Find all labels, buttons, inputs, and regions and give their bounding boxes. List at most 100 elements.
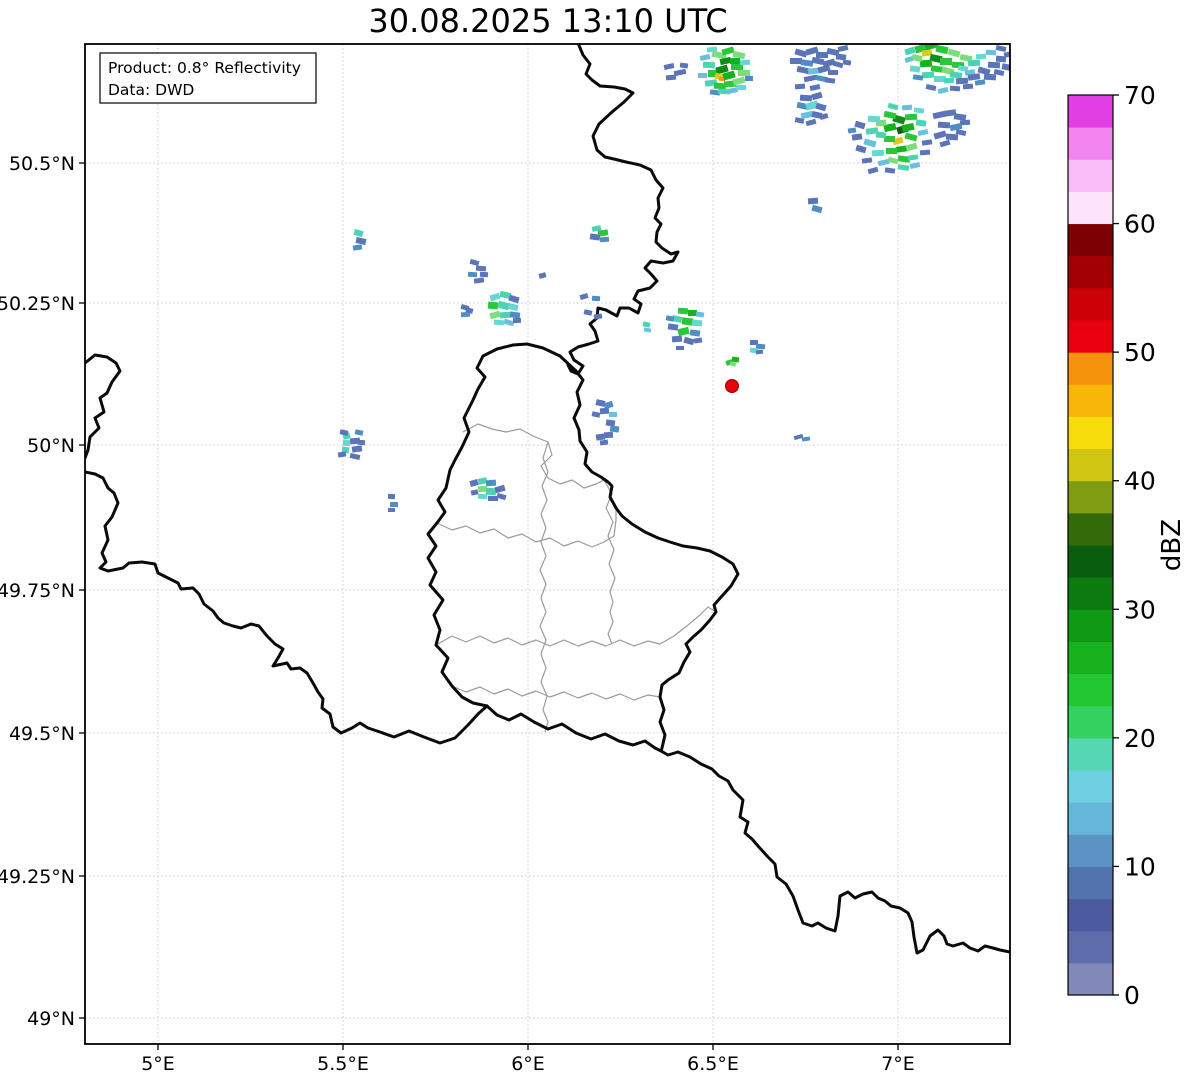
radar-cell xyxy=(940,58,952,65)
radar-cell xyxy=(916,119,927,126)
radar-cell xyxy=(910,162,921,169)
radar-cell xyxy=(811,92,822,101)
colorbar: 010203040506070 xyxy=(1068,81,1156,1010)
radar-cell xyxy=(922,139,933,145)
colorbar-tick-label: 40 xyxy=(1124,467,1156,496)
radar-cell xyxy=(902,105,912,111)
radar-cell xyxy=(358,440,365,445)
radar-cell xyxy=(852,133,863,140)
radar-cell xyxy=(947,48,960,57)
radar-cell xyxy=(508,295,519,304)
radar-cell xyxy=(476,266,486,272)
radar-cell xyxy=(592,411,601,418)
colorbar-segment xyxy=(1068,641,1113,674)
info-box-product-line: Product: 0.8° Reflectivity xyxy=(108,59,301,77)
colorbar-axis-label: dBZ xyxy=(1157,519,1187,571)
radar-cell xyxy=(806,119,817,127)
radar-cell xyxy=(950,86,960,92)
colorbar-segment xyxy=(1068,674,1113,707)
radar-cell xyxy=(500,312,511,319)
country-border-path xyxy=(85,355,120,458)
radar-cell xyxy=(696,311,705,317)
radar-figure: { "title": "30.08.2025 13:10 UTC", "info… xyxy=(0,0,1202,1081)
radar-cell xyxy=(804,75,817,82)
radar-cell xyxy=(469,479,478,487)
radar-cell xyxy=(600,439,609,445)
district-border-path xyxy=(452,686,660,700)
colorbar-segment xyxy=(1068,384,1113,417)
radar-cell xyxy=(471,489,479,495)
lat-tick-label: 49°N xyxy=(27,1008,75,1030)
radar-cell xyxy=(350,453,361,460)
colorbar-segment xyxy=(1068,802,1113,835)
radar-cell xyxy=(672,336,682,343)
radar-cell xyxy=(609,412,617,417)
radar-cell xyxy=(736,85,746,90)
radar-cell xyxy=(918,129,929,136)
radar-cell xyxy=(808,198,818,205)
radar-cell xyxy=(868,116,880,123)
radar-cell xyxy=(905,114,917,121)
radar-cell xyxy=(513,318,521,324)
colorbar-tick-label: 70 xyxy=(1124,81,1156,110)
radar-cell xyxy=(668,323,679,330)
country-border-path xyxy=(85,472,487,743)
colorbar-segment xyxy=(1068,224,1113,257)
colorbar-segment xyxy=(1068,738,1113,771)
radar-cell xyxy=(507,303,518,311)
radar-cell xyxy=(478,486,487,493)
radar-cell xyxy=(678,308,688,315)
lon-tick-label: 6.5°E xyxy=(687,1053,739,1075)
radar-cell xyxy=(920,150,930,156)
radar-cell xyxy=(904,47,915,56)
lat-tick-label: 50.25°N xyxy=(0,293,75,315)
radar-cell xyxy=(886,148,897,154)
radar-cell xyxy=(810,84,821,91)
lat-tick-label: 50°N xyxy=(27,435,75,457)
radar-cell xyxy=(1004,51,1013,58)
radar-cell xyxy=(474,277,485,283)
district-borders xyxy=(436,424,716,732)
colorbar-segment xyxy=(1068,963,1113,996)
colorbar-segment xyxy=(1068,706,1113,739)
radar-cell xyxy=(811,205,822,214)
radar-cell xyxy=(698,73,707,78)
radar-cell xyxy=(595,399,605,407)
radar-cell xyxy=(986,50,996,56)
radar-cell xyxy=(604,432,613,439)
radar-cell xyxy=(988,62,1000,69)
radar-cell xyxy=(926,84,937,91)
radar-cell xyxy=(733,51,746,59)
lon-tick-label: 6°E xyxy=(511,1053,545,1075)
district-border-path xyxy=(436,607,716,646)
radar-cell xyxy=(960,120,970,126)
radar-cell xyxy=(868,167,879,175)
radar-cell xyxy=(956,78,968,85)
radar-cell xyxy=(795,84,805,90)
radar-cell xyxy=(815,103,826,112)
radar-cell xyxy=(863,138,876,147)
radar-cell xyxy=(732,76,745,85)
radar-cell xyxy=(950,71,963,79)
radar-cell xyxy=(610,425,620,432)
radar-cell xyxy=(848,127,857,133)
radar-cell xyxy=(666,75,676,81)
colorbar-tick-label: 60 xyxy=(1124,210,1156,239)
radar-cell xyxy=(732,357,740,363)
radar-cell xyxy=(854,121,865,130)
colorbar-segment xyxy=(1068,577,1113,610)
radar-cell xyxy=(828,70,838,75)
colorbar-tick-label: 0 xyxy=(1124,981,1140,1010)
radar-cell xyxy=(343,440,350,446)
radar-echoes xyxy=(338,35,1013,512)
radar-cell xyxy=(940,140,951,148)
radar-cell xyxy=(968,60,980,67)
radar-cell xyxy=(600,408,609,415)
radar-cell xyxy=(353,229,363,237)
colorbar-segment xyxy=(1068,416,1113,449)
radar-cell xyxy=(904,132,917,141)
radar-cell xyxy=(644,327,652,332)
radar-cell xyxy=(388,508,395,512)
radar-cell xyxy=(918,38,928,44)
radar-cell xyxy=(872,150,884,157)
